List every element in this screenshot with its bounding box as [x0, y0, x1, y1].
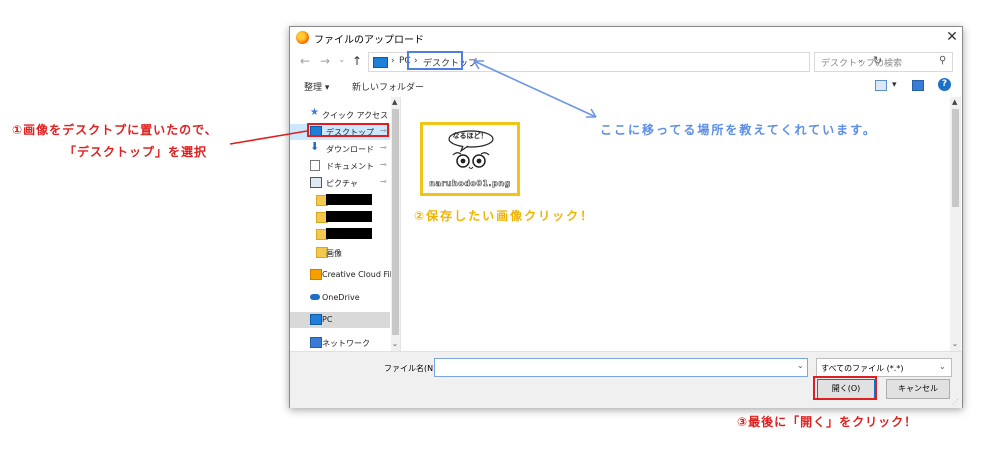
- annotation-arrows: [229, 60, 597, 145]
- annotation-step2: ②保存したい画像クリック！: [414, 209, 595, 223]
- annotation-step3: ③最後に「開く」をクリック！: [737, 415, 918, 429]
- annotation-location-note: ここに移ってる場所を教えてくれています。: [600, 123, 877, 137]
